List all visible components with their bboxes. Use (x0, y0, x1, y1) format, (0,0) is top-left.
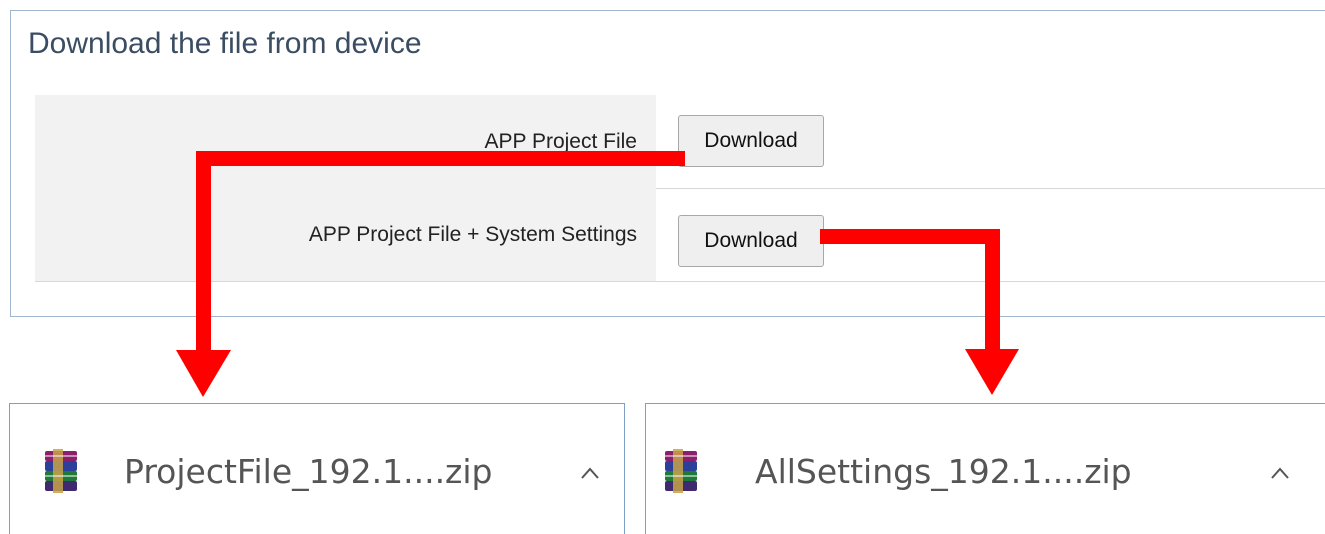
download-item-all-settings[interactable]: AllSettings_192.1....zip (645, 403, 1325, 534)
row-label-app-project-file-system-settings: APP Project File + System Settings (35, 188, 656, 281)
download-panel: Download the file from device APP Projec… (10, 10, 1325, 317)
table-row: APP Project File Download (35, 95, 1325, 189)
download-file-name: AllSettings_192.1....zip (755, 452, 1132, 491)
panel-title: Download the file from device (28, 27, 422, 60)
table-row: APP Project File + System Settings Downl… (35, 188, 1325, 282)
download-project-file-button[interactable]: Download (678, 115, 824, 167)
chevron-up-icon[interactable] (580, 466, 600, 480)
winrar-archive-icon (665, 449, 697, 493)
download-all-settings-button[interactable]: Download (678, 215, 824, 267)
download-file-name: ProjectFile_192.1....zip (124, 452, 493, 491)
chevron-up-icon[interactable] (1270, 466, 1290, 480)
row-label-app-project-file: APP Project File (35, 95, 656, 188)
winrar-archive-icon (45, 449, 77, 493)
download-item-project-file[interactable]: ProjectFile_192.1....zip (9, 403, 625, 534)
